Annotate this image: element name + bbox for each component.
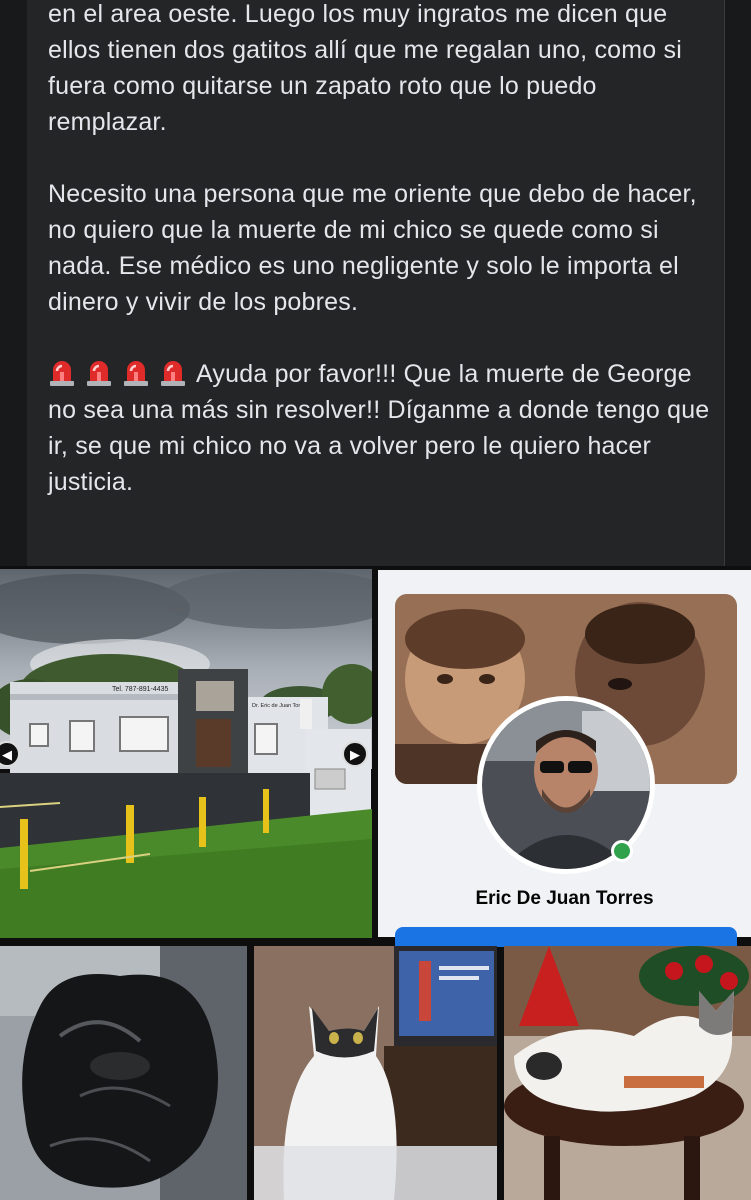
clinic-name-sign: Dr. Eric de Juan Torres bbox=[252, 703, 308, 709]
next-photo-arrow[interactable]: ▶ bbox=[342, 741, 368, 767]
photo-clinic-building[interactable]: Tel. 787-891-4435 Dr. Eric de Juan Torre… bbox=[0, 569, 372, 938]
police-car-light-icon bbox=[159, 357, 187, 387]
post-body: en el area oeste. Luego los muy ingratos… bbox=[48, 0, 718, 500]
triangle-left-icon: ◀ bbox=[2, 746, 12, 762]
post-paragraph-1: en el area oeste. Luego los muy ingratos… bbox=[48, 0, 682, 136]
photo-cat-monitor[interactable] bbox=[254, 946, 497, 1200]
online-status-indicator bbox=[611, 840, 633, 862]
police-car-light-icon bbox=[48, 357, 76, 387]
post-paragraph-2: Necesito una persona que me oriente que … bbox=[48, 180, 697, 316]
profile-name: Eric De Juan Torres bbox=[475, 888, 654, 909]
police-car-light-icon bbox=[122, 357, 150, 387]
clinic-phone-sign: Tel. 787-891-4435 bbox=[112, 686, 169, 693]
profile-action-button[interactable] bbox=[395, 927, 737, 947]
post-paragraph-3: Ayuda por favor!!! Que la muerte de Geor… bbox=[48, 356, 718, 500]
police-car-light-icon bbox=[85, 357, 113, 387]
photo-profile-screenshot[interactable]: Eric De Juan Torres bbox=[378, 570, 751, 947]
post-card: en el area oeste. Luego los muy ingratos… bbox=[27, 0, 725, 566]
photo-cat-table[interactable] bbox=[504, 946, 751, 1200]
triangle-right-icon: ▶ bbox=[350, 746, 360, 762]
photo-black-bag[interactable] bbox=[0, 946, 247, 1200]
